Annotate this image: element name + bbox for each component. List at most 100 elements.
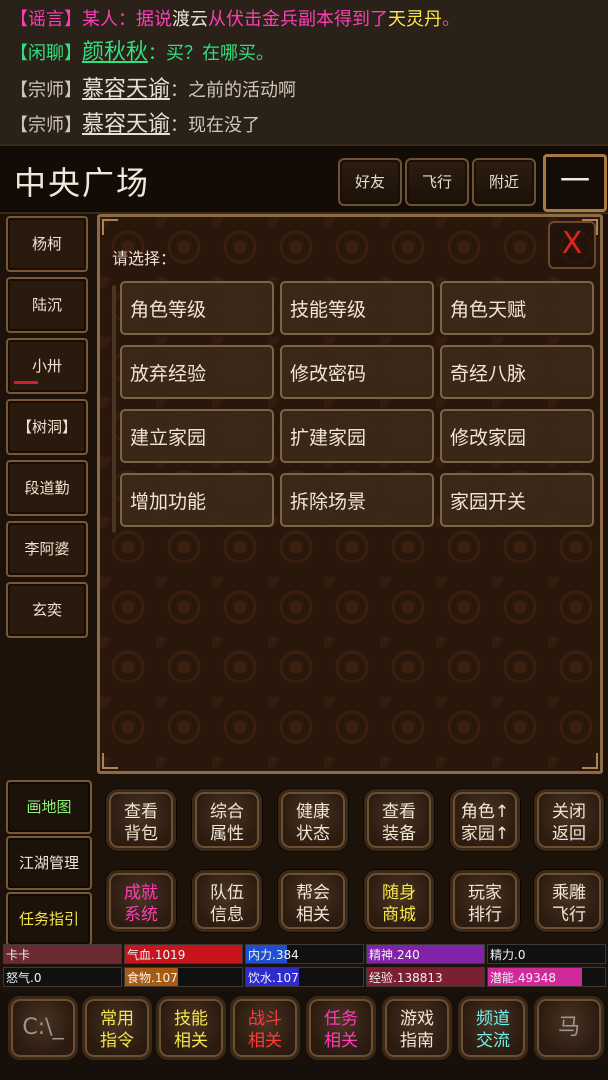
status-bar-label: 卡卡 — [6, 948, 31, 962]
mount-button[interactable]: 马 — [534, 996, 604, 1060]
option-button[interactable]: 放弃经验 — [120, 345, 274, 399]
corner-ornament — [102, 219, 118, 235]
action-button[interactable]: 随身 商城 — [364, 870, 434, 932]
option-button[interactable]: 增加功能 — [120, 473, 274, 527]
player-name-link[interactable]: 慕容天谕 — [82, 112, 170, 137]
action-button-label: 查看 — [124, 802, 158, 822]
option-button[interactable]: 技能等级 — [280, 281, 434, 335]
option-button[interactable]: 角色等级 — [120, 281, 274, 335]
status-bar-label: 精力.0 — [490, 948, 526, 962]
toolbar-button-label: C:\_ — [22, 1015, 64, 1040]
chat-text: 某人：据说 — [82, 9, 172, 30]
toolbar-button[interactable]: 频道 交流 — [458, 996, 528, 1060]
chat-text: ：之前的活动啊 — [170, 80, 297, 101]
option-button[interactable]: 修改家园 — [440, 409, 594, 463]
toolbar-button-label: 技能 — [174, 1009, 208, 1029]
action-button-label: 队伍 — [210, 883, 244, 903]
player-name-link[interactable]: 颜秋秋 — [82, 40, 148, 65]
fly-button[interactable]: 飞行 — [405, 158, 469, 206]
action-button-label: 系统 — [124, 905, 158, 925]
action-button-label: 健康 — [296, 802, 330, 822]
location-header: 中央广场 好友 飞行 附近 一 — [0, 144, 608, 214]
option-button[interactable]: 修改密码 — [280, 345, 434, 399]
action-button[interactable]: 玩家 排行 — [450, 870, 520, 932]
toolbar-button[interactable]: 游戏 指南 — [382, 996, 452, 1060]
draw-map-button[interactable]: 画地图 — [6, 780, 92, 834]
toolbar-button-label: 频道 — [476, 1009, 510, 1029]
option-dialog: X 请选择： 角色等级 技能等级 角色天赋 放弃经验 修改密码 奇经八脉 建立家… — [97, 214, 603, 774]
status-bar-label: 精神.240 — [369, 948, 420, 962]
toolbar-button[interactable]: 技能 相关 — [156, 996, 226, 1060]
chat-text: ：买？在哪买。 — [148, 43, 275, 64]
npc-button[interactable]: 【树洞】 — [6, 399, 88, 455]
action-button[interactable]: 成就 系统 — [106, 870, 176, 932]
action-button-label: 排行 — [468, 905, 502, 925]
option-button[interactable]: 扩建家园 — [280, 409, 434, 463]
action-button[interactable]: 角色↑ 家园↑ — [450, 789, 520, 851]
status-bar-label: 经验.138813 — [369, 971, 443, 985]
toolbar-button[interactable]: 任务 相关 — [306, 996, 376, 1060]
action-button-label: 成就 — [124, 883, 158, 903]
option-button[interactable]: 家园开关 — [440, 473, 594, 527]
nearby-button[interactable]: 附近 — [472, 158, 536, 206]
action-button[interactable]: 乘雕 飞行 — [534, 870, 604, 932]
action-button[interactable]: 查看 背包 — [106, 789, 176, 851]
action-button-label: 商城 — [382, 905, 416, 925]
toolbar-button-label: 指令 — [100, 1031, 134, 1051]
scrollbar[interactable] — [112, 285, 116, 533]
npc-button[interactable]: 段道勤 — [6, 460, 88, 516]
toolbar-button-label: 相关 — [174, 1031, 208, 1051]
friends-button[interactable]: 好友 — [338, 158, 402, 206]
chat-line-4: 【宗师】慕容天谕：现在没了 — [10, 111, 260, 139]
option-button[interactable]: 建立家园 — [120, 409, 274, 463]
status-bar: 卡卡 — [3, 944, 122, 964]
status-bar: 怒气.0 — [3, 967, 122, 987]
action-button[interactable]: 综合 属性 — [192, 789, 262, 851]
npc-button[interactable]: 玄奕 — [6, 582, 88, 638]
chat-text: 【宗师】 — [10, 80, 82, 101]
status-bar-label: 食物.107 — [127, 971, 178, 985]
status-bar-label: 怒气.0 — [6, 971, 42, 985]
action-button-label: 装备 — [382, 824, 416, 844]
corner-ornament — [102, 753, 118, 769]
toolbar-button[interactable]: 常用 指令 — [82, 996, 152, 1060]
option-button[interactable]: 奇经八脉 — [440, 345, 594, 399]
npc-button[interactable]: 李阿婆 — [6, 521, 88, 577]
corner-ornament — [582, 753, 598, 769]
location-title: 中央广场 — [14, 164, 151, 202]
action-button[interactable]: 队伍 信息 — [192, 870, 262, 932]
status-bar: 精力.0 — [487, 944, 606, 964]
chat-text: 从伏击金兵副本得到了 — [208, 9, 388, 30]
jianghu-manage-button[interactable]: 江湖管理 — [6, 836, 92, 890]
menu-button[interactable]: 一 — [543, 154, 607, 212]
action-button-label: 角色↑ — [460, 802, 510, 822]
player-name-link[interactable]: 慕容天谕 — [82, 77, 170, 102]
status-bar-label: 潜能.49348 — [490, 971, 556, 985]
toolbar-button-label: 游戏 — [400, 1009, 434, 1029]
toolbar-button[interactable]: 战斗 相关 — [230, 996, 300, 1060]
toolbar-button-label: 马 — [557, 1015, 580, 1040]
quest-guide-button[interactable]: 任务指引 — [6, 892, 92, 946]
npc-button[interactable]: 杨柯 — [6, 216, 88, 272]
toolbar-button-label: 战斗 — [248, 1009, 282, 1029]
option-button[interactable]: 角色天赋 — [440, 281, 594, 335]
bottom-toolbar: C:\_ 常用 指令 技能 相关 战斗 相关 任务 相关 游戏 指南 频道 交流马 — [0, 992, 608, 1080]
npc-health-bar — [14, 381, 38, 384]
action-button-label: 背包 — [124, 824, 158, 844]
action-button[interactable]: 查看 装备 — [364, 789, 434, 851]
action-button[interactable]: 关闭 返回 — [534, 789, 604, 851]
console-button[interactable]: C:\_ — [8, 996, 78, 1060]
chat-text: 天灵丹 — [388, 9, 442, 30]
action-button-label: 玩家 — [468, 883, 502, 903]
action-button-label: 信息 — [210, 905, 244, 925]
close-button[interactable]: X — [548, 221, 596, 269]
chat-panel[interactable]: 【谣言】某人：据说渡云从伏击金兵副本得到了天灵丹。 【闲聊】颜秋秋：买？在哪买。… — [0, 0, 608, 144]
npc-button[interactable]: 陆沉 — [6, 277, 88, 333]
action-button[interactable]: 帮会 相关 — [278, 870, 348, 932]
action-button-label: 飞行 — [552, 905, 586, 925]
action-button-label: 帮会 — [296, 883, 330, 903]
npc-button[interactable]: 小卅 — [6, 338, 88, 394]
action-button[interactable]: 健康 状态 — [278, 789, 348, 851]
option-button[interactable]: 拆除场景 — [280, 473, 434, 527]
status-bar-label: 内力.384 — [248, 948, 299, 962]
